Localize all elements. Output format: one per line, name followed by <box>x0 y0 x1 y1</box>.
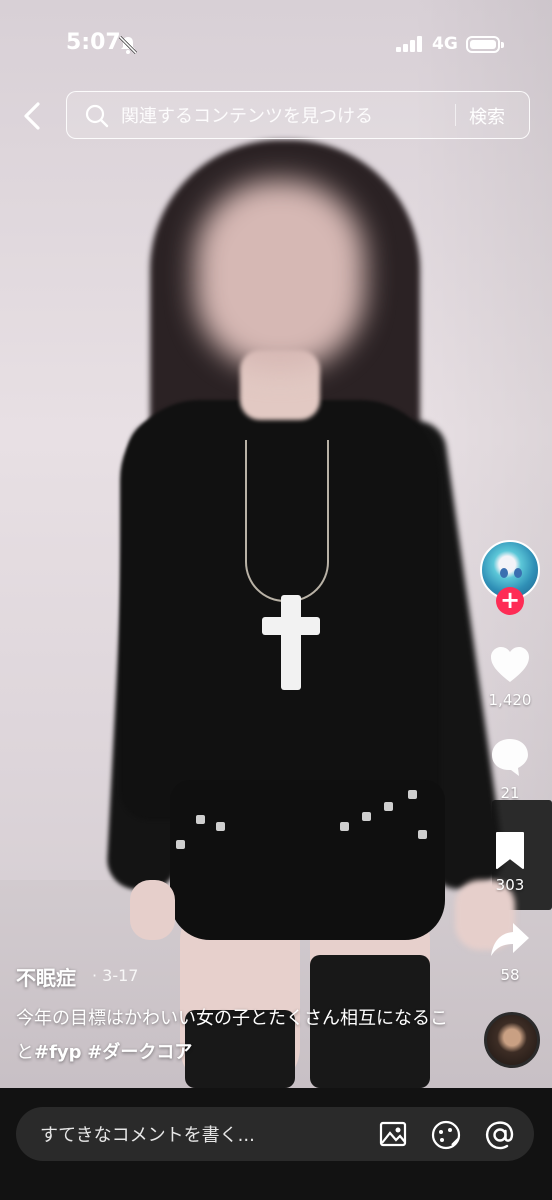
share-button[interactable]: 58 <box>480 920 540 984</box>
stud <box>384 802 393 811</box>
network-type: 4G <box>432 34 458 54</box>
person-shorts <box>170 780 445 940</box>
at-mention-icon[interactable] <box>484 1119 516 1151</box>
comment-count: 21 <box>500 784 520 802</box>
search-bar[interactable]: 検索 <box>66 91 530 140</box>
video-player[interactable] <box>0 0 552 1088</box>
hashtag-link[interactable]: #ダークコア <box>87 1042 192 1063</box>
hashtag-link[interactable]: #fyp <box>34 1042 82 1063</box>
comment-placeholder: すてきなコメントを書く... <box>40 1125 255 1146</box>
post-date: · 3-17 <box>92 966 139 985</box>
post-caption: 今年の目標はかわいい女の子とたくさん相互になること#fyp #ダークコア <box>16 1002 456 1070</box>
stud <box>216 822 225 831</box>
comment-input[interactable]: すてきなコメントを書く... <box>16 1107 534 1161</box>
search-input[interactable] <box>119 92 443 140</box>
heart-icon <box>491 647 529 682</box>
stud <box>408 790 417 799</box>
status-time: 5:07 <box>66 30 121 55</box>
image-icon[interactable] <box>378 1119 408 1149</box>
share-count: 58 <box>500 966 520 984</box>
status-bar: 5:07 4G <box>0 0 552 90</box>
bell-muted-icon <box>118 35 138 55</box>
share-arrow-icon <box>491 923 529 956</box>
save-button[interactable]: 303 <box>480 830 540 894</box>
search-divider <box>455 104 456 126</box>
cross-pendant <box>281 595 301 690</box>
emoji-icon[interactable] <box>430 1119 462 1151</box>
cross-pendant-bar <box>262 617 320 635</box>
comment-bubble-icon <box>492 739 528 776</box>
stud <box>418 830 427 839</box>
necklace-chain <box>245 440 329 602</box>
bookmark-icon <box>496 832 524 869</box>
blurred-face <box>195 180 365 370</box>
stud <box>176 840 185 849</box>
like-button[interactable]: 1,420 <box>480 645 540 709</box>
person-left-hand <box>130 880 175 940</box>
save-count: 303 <box>495 876 525 894</box>
back-arrow-icon[interactable] <box>18 98 48 134</box>
follow-button[interactable]: + <box>496 587 524 615</box>
stud <box>362 812 371 821</box>
music-disc[interactable] <box>484 1012 540 1068</box>
stud <box>340 822 349 831</box>
signal-icon <box>396 36 422 52</box>
like-count: 1,420 <box>488 691 532 709</box>
search-icon <box>85 104 109 128</box>
battery-icon <box>466 36 504 53</box>
author-name[interactable]: 不眠症 <box>16 962 76 991</box>
stud <box>196 815 205 824</box>
search-button[interactable]: 検索 <box>469 103 505 129</box>
comment-button[interactable]: 21 <box>480 736 540 802</box>
